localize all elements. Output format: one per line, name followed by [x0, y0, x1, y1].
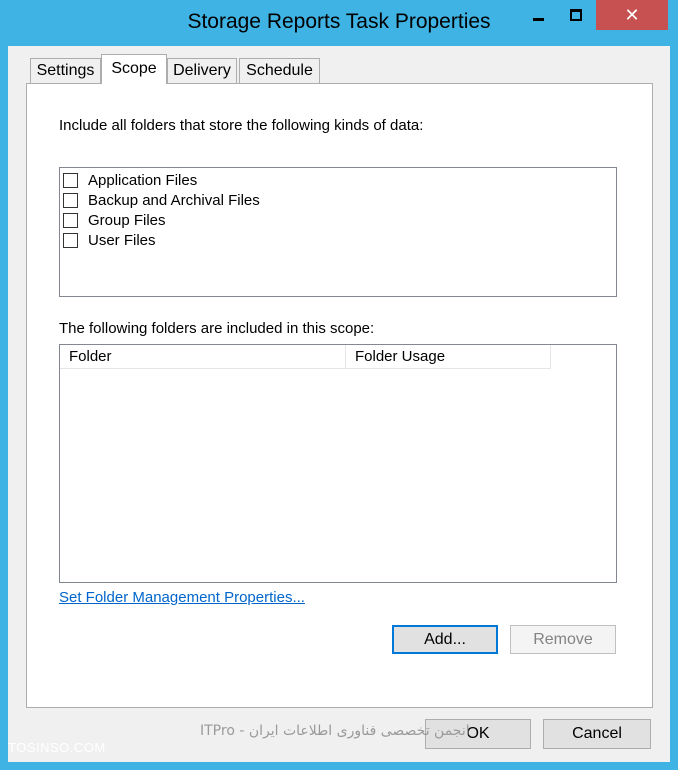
- minimize-button[interactable]: [521, 0, 556, 30]
- close-button[interactable]: ✕: [596, 0, 668, 30]
- column-header-folder-usage[interactable]: Folder Usage: [346, 345, 551, 369]
- title-bar: Storage Reports Task Properties ✕: [0, 0, 678, 46]
- checklist-item-user-files[interactable]: User Files: [63, 230, 156, 250]
- watermark-text: ITPro - انجمن تخصصی فناوری اطلاعات ایران: [200, 723, 470, 739]
- checkbox[interactable]: [63, 192, 78, 208]
- checklist-item-backup-files[interactable]: Backup and Archival Files: [63, 190, 260, 210]
- tab-scope[interactable]: Scope: [101, 54, 167, 84]
- column-header-folder[interactable]: Folder: [60, 345, 346, 369]
- maximize-icon: [569, 9, 582, 21]
- checklist-item-label: Group Files: [88, 211, 166, 229]
- remove-button[interactable]: Remove: [510, 625, 616, 654]
- checklist-item-application-files[interactable]: Application Files: [63, 170, 197, 190]
- tab-delivery[interactable]: Delivery: [167, 58, 237, 83]
- checkbox[interactable]: [63, 212, 78, 228]
- dialog-client-area: Settings Scope Delivery Schedule Include…: [8, 46, 670, 762]
- tab-schedule[interactable]: Schedule: [239, 58, 320, 83]
- set-folder-management-properties-link[interactable]: Set Folder Management Properties...: [59, 589, 305, 606]
- data-kinds-checklist: Application Files Backup and Archival Fi…: [59, 167, 617, 297]
- checkbox[interactable]: [63, 172, 78, 188]
- close-icon: ✕: [624, 4, 640, 26]
- minimize-icon: [533, 17, 544, 21]
- folders-in-scope-label: The following folders are included in th…: [59, 320, 375, 337]
- checklist-item-group-files[interactable]: Group Files: [63, 210, 166, 230]
- maximize-button[interactable]: [558, 0, 593, 30]
- kinds-of-data-label: Include all folders that store the follo…: [59, 117, 424, 134]
- checklist-item-label: Backup and Archival Files: [88, 191, 260, 209]
- folders-list[interactable]: Folder Folder Usage: [59, 344, 617, 583]
- checklist-item-label: User Files: [88, 231, 156, 249]
- cancel-button[interactable]: Cancel: [543, 719, 651, 749]
- checkbox[interactable]: [63, 232, 78, 248]
- watermark-site: TOSINSO.COM: [8, 740, 106, 755]
- scope-tab-panel: Include all folders that store the follo…: [26, 83, 653, 708]
- tab-settings[interactable]: Settings: [30, 58, 101, 83]
- add-button[interactable]: Add...: [392, 625, 498, 654]
- checklist-item-label: Application Files: [88, 171, 198, 189]
